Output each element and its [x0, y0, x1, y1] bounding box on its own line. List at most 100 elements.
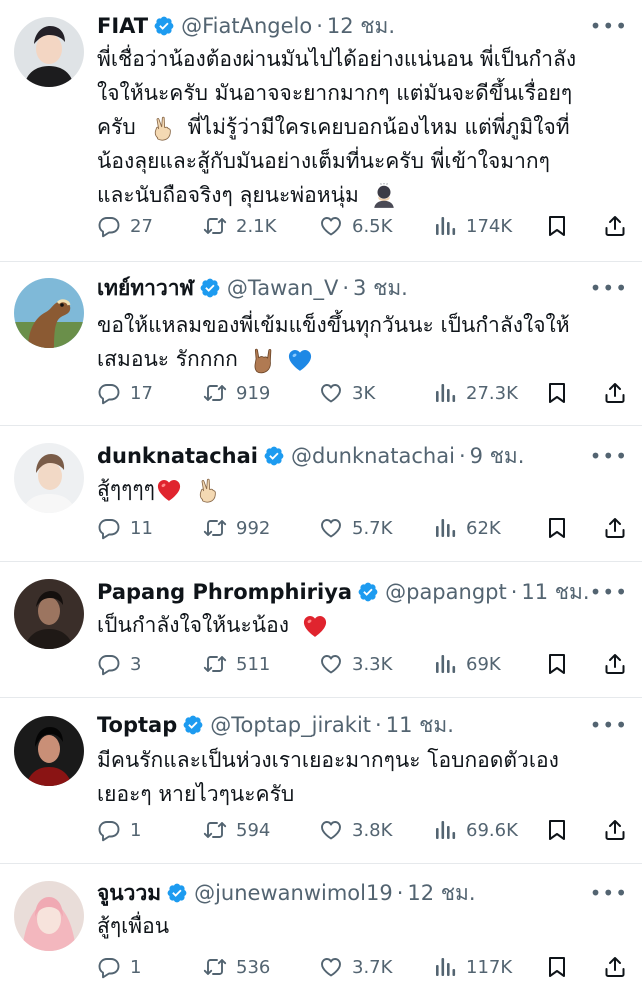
share-icon: [603, 652, 627, 676]
timestamp[interactable]: 11 ชม.: [386, 709, 454, 742]
timestamp[interactable]: 12 ชม.: [327, 10, 395, 43]
display-name[interactable]: FIAT: [97, 14, 148, 38]
tweet[interactable]: เทย์ทาวาฬ @Tawan_V · 3 ชม. ••• ขอให้แหลม…: [0, 262, 642, 426]
avatar[interactable]: [14, 881, 84, 951]
verified-badge-icon: [166, 882, 188, 904]
user-handle[interactable]: @papangpt: [385, 580, 507, 604]
share-button[interactable]: [603, 649, 636, 679]
bookmark-button[interactable]: [545, 952, 578, 982]
retweet-count: 536: [236, 956, 271, 978]
avatar[interactable]: [14, 443, 84, 513]
views-button[interactable]: 69.6K: [433, 815, 518, 845]
timestamp[interactable]: 11 ชม.: [521, 576, 589, 609]
retweet-button[interactable]: 992: [203, 513, 270, 543]
like-button[interactable]: 6.5K: [319, 211, 392, 241]
like-button[interactable]: 3K: [319, 378, 375, 408]
views-button[interactable]: 27.3K: [433, 378, 518, 408]
share-button[interactable]: [603, 815, 636, 845]
text-segment: ครับ: [97, 115, 136, 139]
bookmark-icon: [545, 955, 569, 979]
display-name[interactable]: เทย์ทาวาฬ: [97, 272, 194, 305]
display-name[interactable]: Papang Phromphiriya: [97, 580, 352, 604]
retweet-icon: [203, 381, 227, 405]
avatar[interactable]: [14, 716, 84, 786]
display-name[interactable]: จูนววม: [97, 877, 161, 910]
bookmark-button[interactable]: [545, 815, 578, 845]
tweet[interactable]: FIAT @FiatAngelo · 12 ชม. ••• พี่เชื่อว่…: [0, 0, 642, 262]
tweet[interactable]: dunknatachai @dunknatachai · 9 ชม. ••• ส…: [0, 426, 642, 562]
reply-button[interactable]: 3: [97, 649, 141, 679]
like-count: 3.8K: [352, 819, 393, 841]
views-chart-icon: [433, 818, 457, 842]
separator-dot: ·: [342, 276, 350, 300]
views-button[interactable]: 117K: [433, 952, 512, 982]
like-button[interactable]: 3.7K: [319, 952, 392, 982]
reply-button[interactable]: 17: [97, 378, 153, 408]
user-handle[interactable]: @Toptap_jirakit: [210, 713, 371, 737]
avatar[interactable]: [14, 278, 84, 348]
share-icon: [603, 955, 627, 979]
reply-button[interactable]: 27: [97, 211, 153, 241]
share-button[interactable]: [603, 211, 636, 241]
verified-badge-icon: [199, 277, 221, 299]
retweet-button[interactable]: 919: [203, 378, 270, 408]
user-handle[interactable]: @Tawan_V: [227, 276, 338, 300]
timestamp[interactable]: 9 ชม.: [470, 440, 525, 473]
share-button[interactable]: [603, 513, 636, 543]
views-chart-icon: [433, 516, 457, 540]
user-handle[interactable]: @junewanwimol19: [194, 881, 393, 905]
like-button[interactable]: 3.8K: [319, 815, 392, 845]
display-name[interactable]: dunknatachai: [97, 444, 258, 468]
tweet[interactable]: Toptap @Toptap_jirakit · 11 ชม. ••• มีคน…: [0, 698, 642, 864]
avatar[interactable]: [14, 579, 84, 649]
retweet-button[interactable]: 536: [203, 952, 270, 982]
display-name[interactable]: Toptap: [97, 713, 177, 737]
reply-button[interactable]: 11: [97, 513, 153, 543]
reply-button[interactable]: 1: [97, 952, 141, 982]
tweet[interactable]: Papang Phromphiriya @papangpt · 11 ชม. •…: [0, 562, 642, 698]
separator-dot: ·: [396, 881, 404, 905]
more-icon[interactable]: •••: [590, 713, 628, 737]
like-count: 3.7K: [352, 956, 393, 978]
view-count: 69.6K: [466, 819, 518, 841]
like-button[interactable]: 5.7K: [319, 513, 392, 543]
views-button[interactable]: 62K: [433, 513, 501, 543]
reply-icon: [97, 955, 121, 979]
retweet-count: 992: [236, 517, 271, 539]
user-handle[interactable]: @FiatAngelo: [181, 14, 312, 38]
timestamp[interactable]: 12 ชม.: [407, 877, 475, 910]
tweet[interactable]: จูนววม @junewanwimol19 · 12 ชม. ••• สู้ๆ…: [0, 864, 642, 998]
separator-dot: ·: [458, 444, 466, 468]
more-icon[interactable]: •••: [590, 580, 628, 604]
bookmark-button[interactable]: [545, 211, 578, 241]
text-line: สู้ๆๆๆๆ: [97, 472, 627, 506]
reply-button[interactable]: 1: [97, 815, 141, 845]
blue-heart-emoji: [286, 346, 314, 374]
share-button[interactable]: [603, 378, 636, 408]
views-button[interactable]: 69K: [433, 649, 501, 679]
more-icon[interactable]: •••: [590, 276, 628, 300]
text-segment: เสมอนะ รักกกก: [97, 347, 238, 371]
bookmark-button[interactable]: [545, 513, 578, 543]
bookmark-button[interactable]: [545, 378, 578, 408]
retweet-button[interactable]: 2.1K: [203, 211, 276, 241]
text-segment: เป็นกำลังใจให้นะน้อง: [97, 613, 290, 637]
views-chart-icon: [433, 955, 457, 979]
victory-hand-emoji: [150, 115, 176, 141]
avatar[interactable]: [14, 17, 84, 87]
more-icon[interactable]: •••: [590, 444, 628, 468]
more-icon[interactable]: •••: [590, 881, 628, 905]
reply-count: 1: [130, 956, 142, 978]
share-button[interactable]: [603, 952, 636, 982]
views-button[interactable]: 174K: [433, 211, 512, 241]
view-count: 27.3K: [466, 382, 518, 404]
like-button[interactable]: 3.3K: [319, 649, 392, 679]
retweet-button[interactable]: 511: [203, 649, 270, 679]
share-icon: [603, 818, 627, 842]
timestamp[interactable]: 3 ชม.: [353, 272, 408, 305]
user-handle[interactable]: @dunknatachai: [291, 444, 455, 468]
more-icon[interactable]: •••: [590, 14, 628, 38]
bookmark-button[interactable]: [545, 649, 578, 679]
retweet-button[interactable]: 594: [203, 815, 270, 845]
text-line: ใจให้นะครับ มันอาจจะยากมากๆ แต่มันจะดีขึ…: [97, 81, 573, 105]
